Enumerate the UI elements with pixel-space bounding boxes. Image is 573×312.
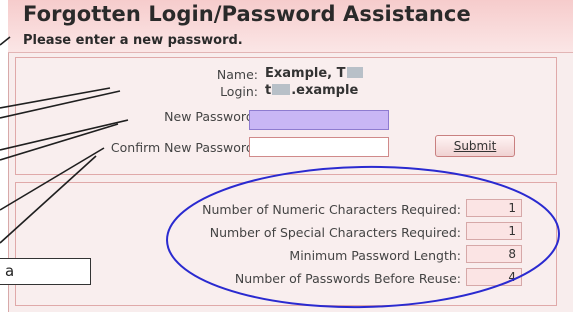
callout-lines <box>0 36 129 244</box>
callout-line <box>0 123 119 161</box>
callout-line <box>0 119 129 151</box>
callout-line <box>0 36 11 46</box>
callout-line <box>0 155 97 244</box>
annotation-ellipse <box>166 165 560 309</box>
annotation-callout: a <box>0 258 91 285</box>
callout-line <box>0 147 105 211</box>
